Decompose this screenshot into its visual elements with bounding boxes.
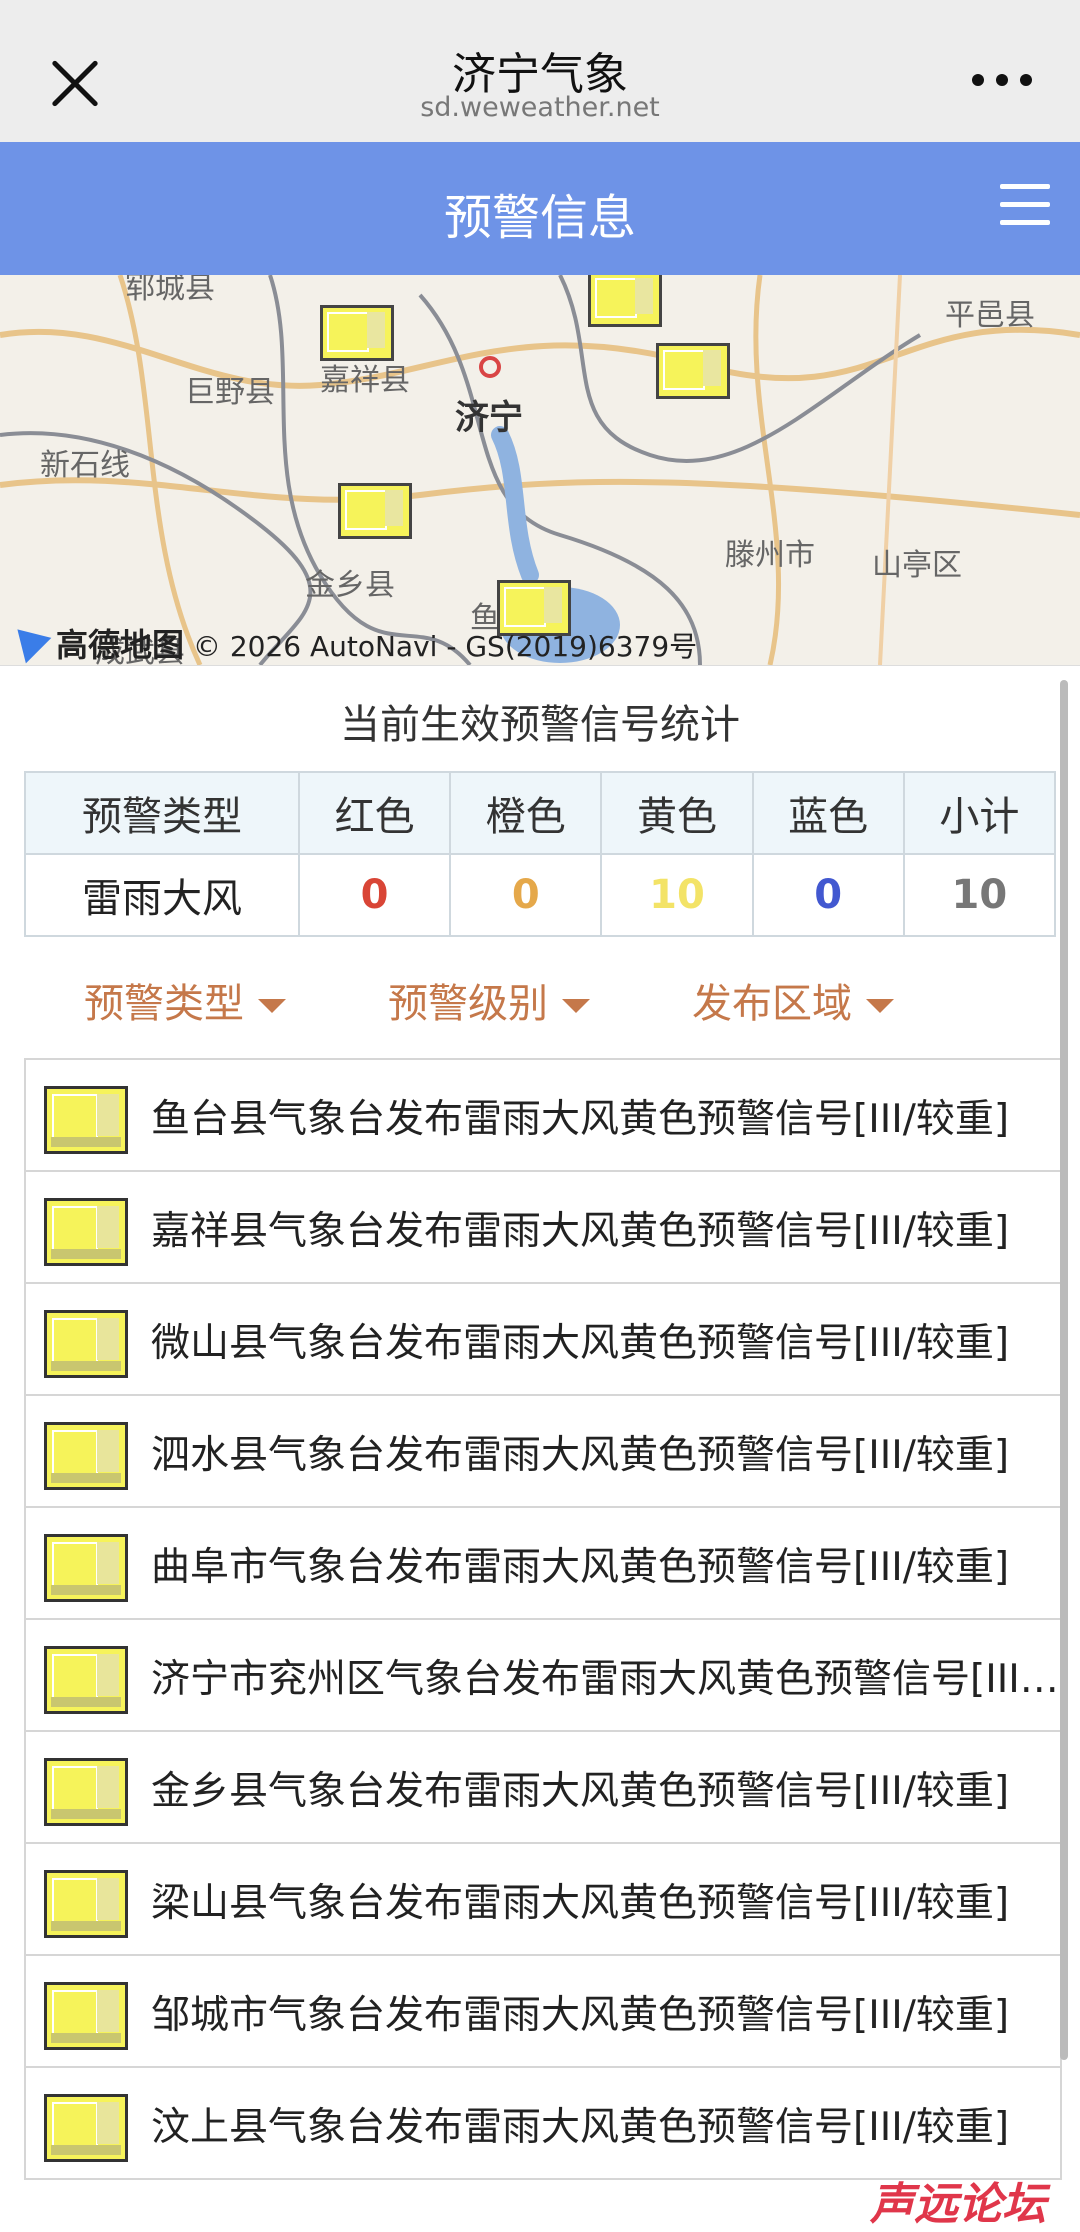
- caret-down-icon: [866, 999, 894, 1013]
- map-label-pingyi: 平邑县: [945, 298, 1035, 333]
- browser-top-bar: 济宁气象 sd.weweather.net: [0, 0, 1080, 142]
- stats-header-blue: 蓝色: [751, 771, 905, 855]
- stats-title: 当前生效预警信号统计: [340, 702, 740, 748]
- stats-yellow-count: 10: [600, 853, 754, 937]
- warning-text: 曲阜市气象台发布雷雨大风黄色预警信号[III/较重]: [151, 1545, 1010, 1590]
- thunderstorm-wind-warning-icon: [44, 1198, 128, 1266]
- stats-table: 预警类型 红色 橙色 黄色 蓝色 小计 雷雨大风 0 0 10 0 10: [24, 771, 1057, 937]
- filter-bar: 预警类型 预警级别 发布区域: [0, 971, 1080, 1041]
- map-label-jiaxiang: 嘉祥县: [320, 363, 410, 398]
- thunderstorm-wind-warning-icon: [44, 1310, 128, 1378]
- map-label-jining: 济宁: [455, 398, 523, 438]
- forum-watermark: 声远论坛: [870, 2179, 1046, 2230]
- stats-header-yellow: 黄色: [600, 771, 754, 855]
- thunderstorm-wind-warning-icon: [44, 2094, 128, 2162]
- thunderstorm-wind-warning-icon: [44, 1646, 128, 1714]
- warning-list-item[interactable]: 邹城市气象台发布雷雨大风黄色预警信号[III/较重]: [24, 1956, 1062, 2068]
- warning-list-item[interactable]: 曲阜市气象台发布雷雨大风黄色预警信号[III/较重]: [24, 1508, 1062, 1620]
- stats-header-red: 红色: [297, 771, 452, 855]
- warning-list-item[interactable]: 鱼台县气象台发布雷雨大风黄色预警信号[III/较重]: [24, 1060, 1062, 1172]
- map-label-jinxiang: 金乡县: [305, 568, 395, 603]
- warning-list-item[interactable]: 汶上县气象台发布雷雨大风黄色预警信号[III/较重]: [24, 2068, 1062, 2180]
- map-warning-marker[interactable]: [338, 483, 412, 539]
- warning-list-item[interactable]: 金乡县气象台发布雷雨大风黄色预警信号[III/较重]: [24, 1732, 1062, 1844]
- warning-text: 汶上县气象台发布雷雨大风黄色预警信号[III/较重]: [151, 2105, 1010, 2150]
- warning-map[interactable]: 巨野县 嘉祥县 济宁 新石线 金乡县 滕州市 山亭区 平邑县 郓城县 成武县 鱼…: [0, 275, 1080, 665]
- stats-header-row: 预警类型 红色 橙色 黄色 蓝色 小计: [24, 771, 1057, 855]
- filter-level-label: 预警级别: [388, 981, 548, 1027]
- stats-type: 雷雨大风: [24, 853, 300, 937]
- stats-total-count: 10: [902, 853, 1057, 937]
- site-url: sd.weweather.net: [420, 92, 660, 123]
- filter-area-dropdown[interactable]: 发布区域: [692, 971, 894, 1029]
- filter-level-dropdown[interactable]: 预警级别: [388, 971, 590, 1029]
- warning-text: 泗水县气象台发布雷雨大风黄色预警信号[III/较重]: [151, 1433, 1010, 1478]
- warning-panel: 当前生效预警信号统计 预警类型 红色 橙色 黄色 蓝色 小计 雷雨大风 0 0 …: [0, 665, 1080, 2222]
- warning-list-item[interactable]: 微山县气象台发布雷雨大风黄色预警信号[III/较重]: [24, 1284, 1062, 1396]
- thunderstorm-wind-warning-icon: [44, 1982, 128, 2050]
- map-warning-marker[interactable]: [320, 305, 394, 361]
- thunderstorm-wind-warning-icon: [44, 1422, 128, 1490]
- warning-text: 济宁市兖州区气象台发布雷雨大风黄色预警信号[III/较重]: [151, 1657, 1061, 1702]
- stats-blue-count: 0: [751, 853, 905, 937]
- warning-text: 嘉祥县气象台发布雷雨大风黄色预警信号[III/较重]: [151, 1209, 1010, 1254]
- map-attribution: 高德地图 © 2026 AutoNavi - GS(2019)6379号: [10, 620, 697, 665]
- map-label-xinshi: 新石线: [40, 448, 130, 483]
- stats-data-row: 雷雨大风 0 0 10 0 10: [24, 853, 1057, 937]
- menu-icon[interactable]: [1000, 184, 1050, 226]
- thunderstorm-wind-warning-icon: [44, 1758, 128, 1826]
- warning-list-item[interactable]: 泗水县气象台发布雷雨大风黄色预警信号[III/较重]: [24, 1396, 1062, 1508]
- warning-text: 鱼台县气象台发布雷雨大风黄色预警信号[III/较重]: [151, 1097, 1010, 1142]
- stats-header-type: 预警类型: [24, 771, 300, 855]
- warning-text: 微山县气象台发布雷雨大风黄色预警信号[III/较重]: [151, 1321, 1010, 1366]
- warning-text: 邹城市气象台发布雷雨大风黄色预警信号[III/较重]: [151, 1993, 1010, 2038]
- warning-list-item[interactable]: 嘉祥县气象台发布雷雨大风黄色预警信号[III/较重]: [24, 1172, 1062, 1284]
- page-title: 预警信息: [443, 190, 636, 246]
- warning-list-item[interactable]: 梁山县气象台发布雷雨大风黄色预警信号[III/较重]: [24, 1844, 1062, 1956]
- more-options-icon[interactable]: [972, 74, 1032, 88]
- thunderstorm-wind-warning-icon: [44, 1086, 128, 1154]
- map-label-tengzhou: 滕州市: [725, 538, 815, 573]
- map-copyright: © 2026 AutoNavi - GS(2019)6379号: [192, 630, 698, 663]
- map-warning-marker[interactable]: [588, 275, 662, 327]
- thunderstorm-wind-warning-icon: [44, 1870, 128, 1938]
- filter-type-label: 预警类型: [84, 981, 244, 1027]
- warning-text: 金乡县气象台发布雷雨大风黄色预警信号[III/较重]: [151, 1769, 1010, 1814]
- app-header: 预警信息: [0, 142, 1080, 275]
- stats-orange-count: 0: [449, 853, 603, 937]
- map-label-juye: 巨野县: [185, 375, 275, 410]
- caret-down-icon: [258, 999, 286, 1013]
- caret-down-icon: [562, 999, 590, 1013]
- stats-header-orange: 橙色: [449, 771, 603, 855]
- filter-type-dropdown[interactable]: 预警类型: [84, 971, 286, 1029]
- stats-header-total: 小计: [902, 771, 1057, 855]
- warning-list: 鱼台县气象台发布雷雨大风黄色预警信号[III/较重] 嘉祥县气象台发布雷雨大风黄…: [24, 1058, 1062, 2180]
- map-warning-marker[interactable]: [656, 343, 730, 399]
- map-provider: 高德地图: [56, 626, 185, 664]
- stats-red-count: 0: [297, 853, 452, 937]
- map-label-shanting: 山亭区: [872, 548, 962, 583]
- map-label-yucheng: 郓城县: [125, 275, 215, 306]
- thunderstorm-wind-warning-icon: [44, 1534, 128, 1602]
- filter-area-label: 发布区域: [692, 981, 852, 1027]
- warning-text: 梁山县气象台发布雷雨大风黄色预警信号[III/较重]: [151, 1881, 1010, 1926]
- warning-list-item[interactable]: 济宁市兖州区气象台发布雷雨大风黄色预警信号[III/较重]: [24, 1620, 1062, 1732]
- scrollbar[interactable]: [1060, 680, 1068, 2060]
